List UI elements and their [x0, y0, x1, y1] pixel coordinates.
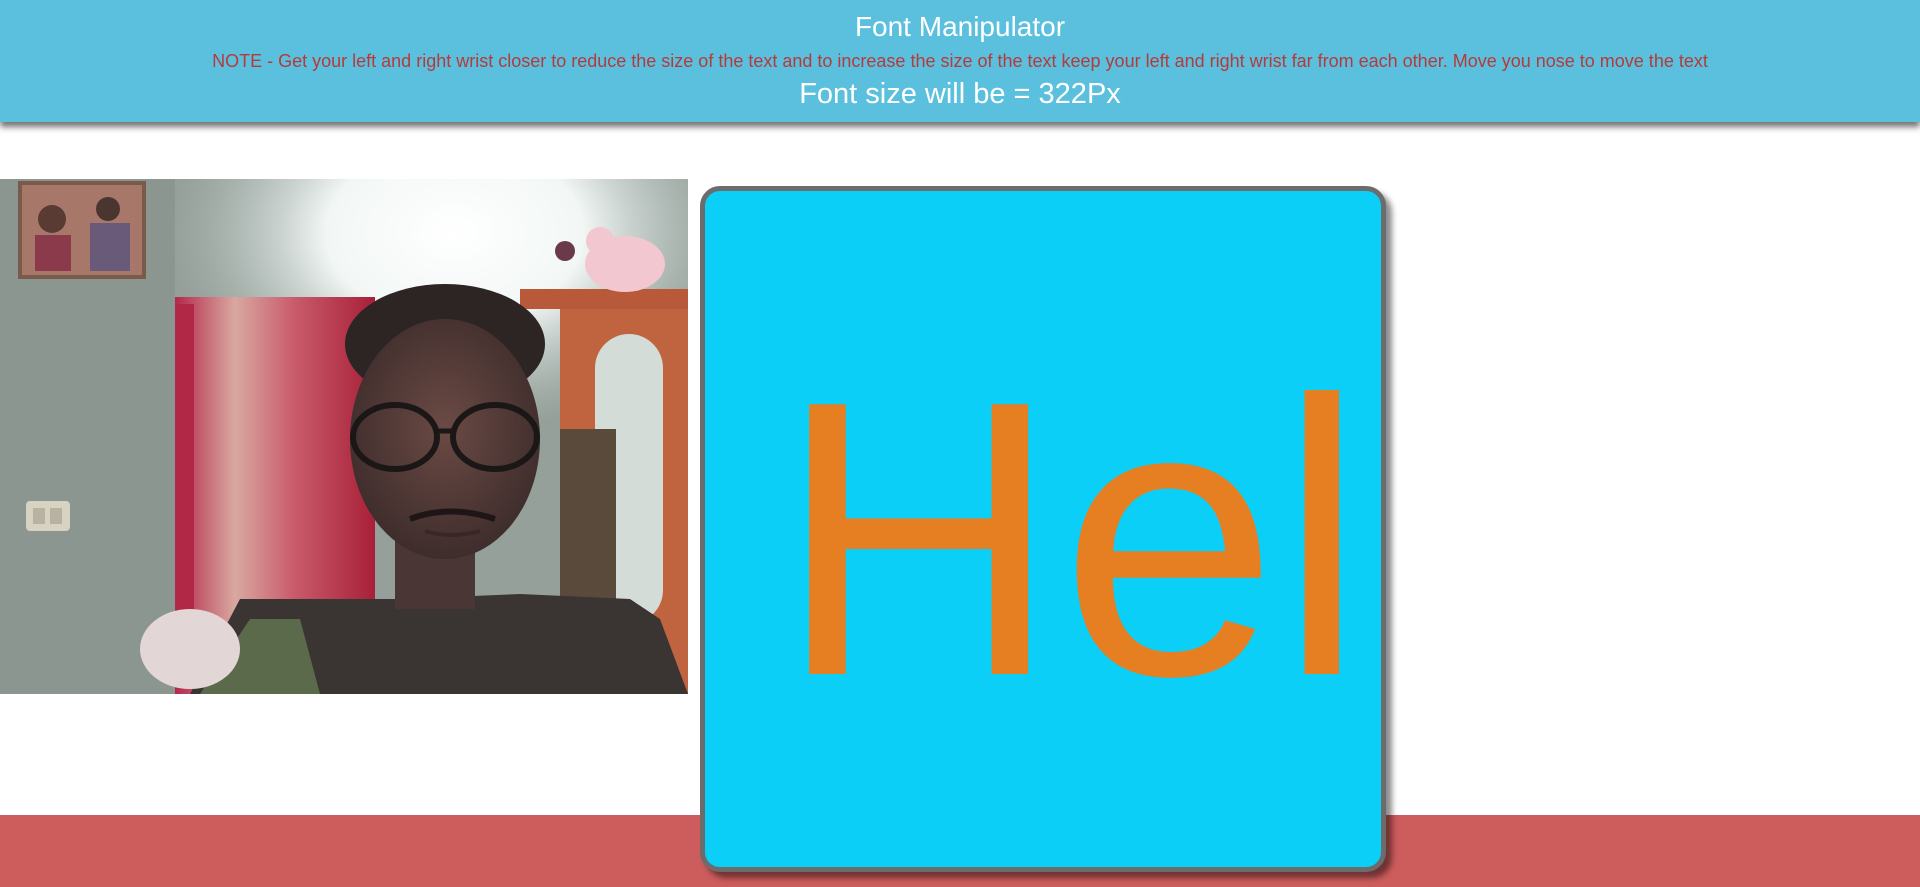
page-title: Font Manipulator	[854, 11, 1066, 42]
webcam-video	[0, 179, 688, 694]
instruction-note: NOTE - Get your left and right wrist clo…	[212, 51, 1708, 71]
webcam-frame	[0, 179, 688, 694]
manipulated-text: Hel	[777, 320, 1366, 758]
text-canvas: Hel	[700, 186, 1386, 872]
header-bar: Font Manipulator NOTE - Get your left an…	[0, 0, 1920, 122]
font-size-readout: Font size will be = 322Px	[799, 78, 1121, 110]
